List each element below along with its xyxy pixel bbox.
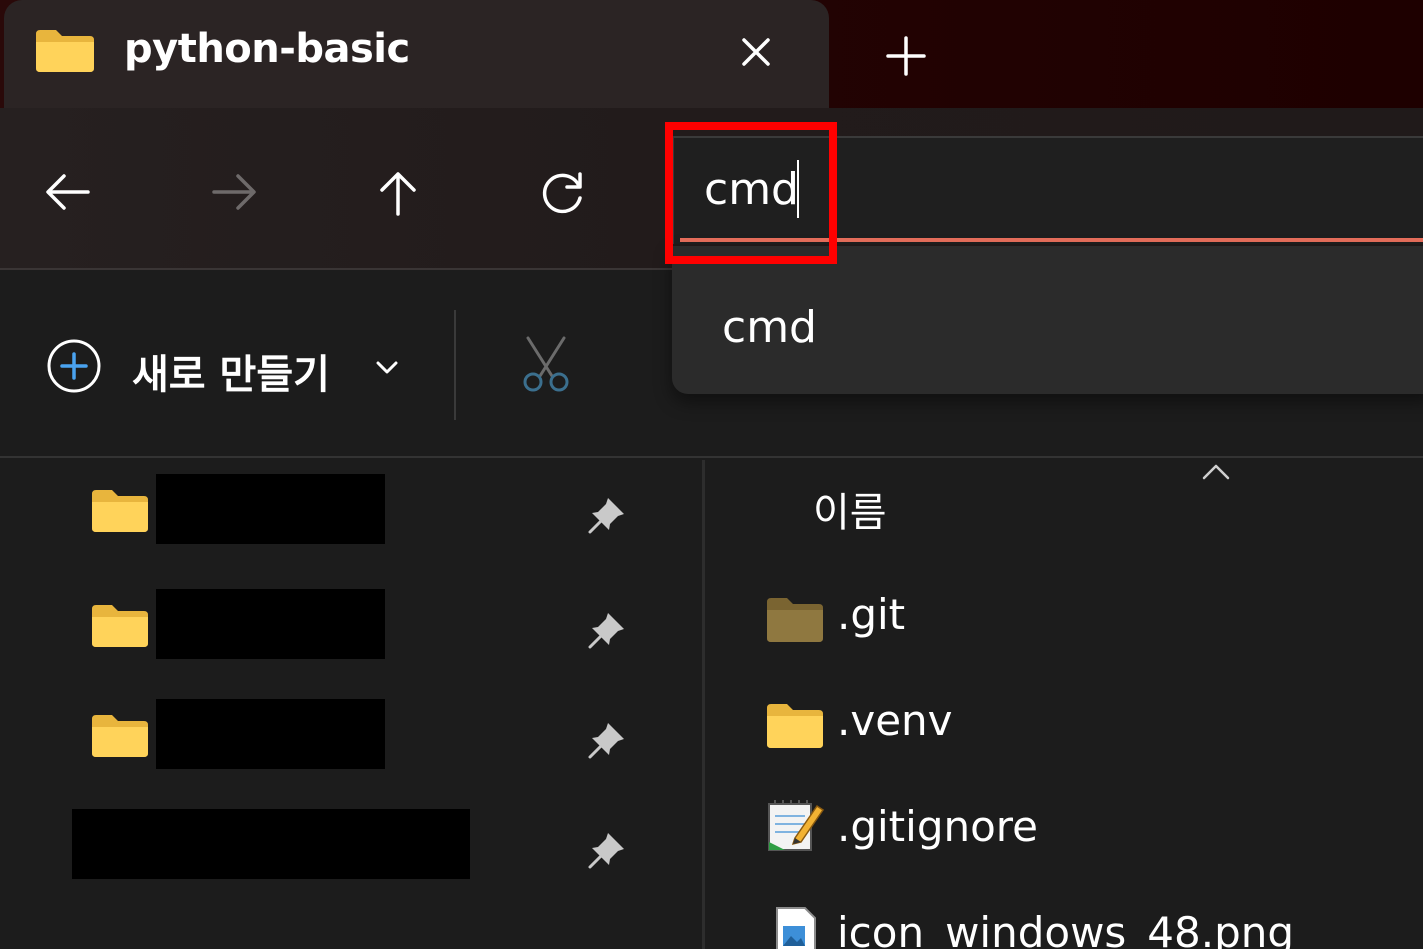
image-file-icon bbox=[776, 907, 816, 949]
folder-dim-icon bbox=[767, 598, 823, 642]
new-button[interactable]: 새로 만들기 bbox=[44, 336, 424, 406]
file-row-venv[interactable]: .venv bbox=[765, 686, 1405, 766]
arrow-right-icon[interactable] bbox=[204, 162, 264, 222]
quick-access-item[interactable] bbox=[0, 589, 640, 659]
pin-icon[interactable] bbox=[586, 494, 628, 536]
new-button-label: 새로 만들기 bbox=[132, 352, 330, 398]
tab-title: python-basic bbox=[124, 26, 410, 72]
pin-icon[interactable] bbox=[586, 609, 628, 651]
folder-icon bbox=[92, 605, 148, 647]
pin-icon[interactable] bbox=[586, 829, 628, 871]
plus-circle-icon bbox=[47, 339, 101, 393]
address-suggestion-dropdown: cmd bbox=[672, 246, 1423, 394]
navigation-pane bbox=[0, 460, 702, 949]
plus-icon[interactable] bbox=[880, 30, 932, 82]
arrow-left-icon[interactable] bbox=[38, 162, 98, 222]
quick-access-item[interactable] bbox=[0, 809, 640, 879]
redacted-label bbox=[156, 589, 385, 659]
suggestion-item-cmd[interactable]: cmd bbox=[722, 302, 817, 353]
chevron-up-icon bbox=[1202, 464, 1230, 480]
file-name: icon_windows_48.png bbox=[837, 908, 1295, 949]
highlight-box bbox=[665, 122, 837, 264]
column-header-name[interactable]: 이름 bbox=[813, 480, 887, 538]
arrow-up-icon[interactable] bbox=[368, 162, 428, 222]
folder-icon bbox=[36, 30, 94, 72]
quick-access-item[interactable] bbox=[0, 699, 640, 769]
folder-icon bbox=[767, 704, 823, 748]
redacted-label bbox=[156, 699, 385, 769]
file-row-gitignore[interactable]: .gitignore bbox=[765, 792, 1405, 872]
file-list: 이름 .git .venv .gitignore icon_windows_48… bbox=[705, 460, 1423, 949]
pin-icon[interactable] bbox=[586, 719, 628, 761]
toolbar-divider bbox=[454, 310, 456, 420]
notepad-file-icon bbox=[768, 800, 825, 851]
file-name: .git bbox=[837, 590, 906, 639]
scissors-icon[interactable] bbox=[518, 336, 574, 392]
file-name: .gitignore bbox=[837, 802, 1038, 851]
file-explorer-window: python-basic 새로 만들기 cmd cmd 이름 .git .ven… bbox=[0, 0, 1423, 949]
chevron-down-icon bbox=[376, 361, 398, 374]
file-name: .venv bbox=[837, 696, 953, 745]
tab-python-basic[interactable]: python-basic bbox=[4, 0, 829, 110]
file-row-git[interactable]: .git bbox=[765, 580, 1405, 660]
close-icon[interactable] bbox=[732, 28, 780, 76]
redacted-label bbox=[72, 809, 470, 879]
refresh-icon[interactable] bbox=[533, 162, 593, 222]
redacted-label bbox=[156, 474, 385, 544]
quick-access-item[interactable] bbox=[0, 474, 640, 544]
folder-icon bbox=[92, 715, 148, 757]
folder-icon bbox=[92, 490, 148, 532]
file-row-png[interactable]: icon_windows_48.png bbox=[765, 898, 1405, 949]
